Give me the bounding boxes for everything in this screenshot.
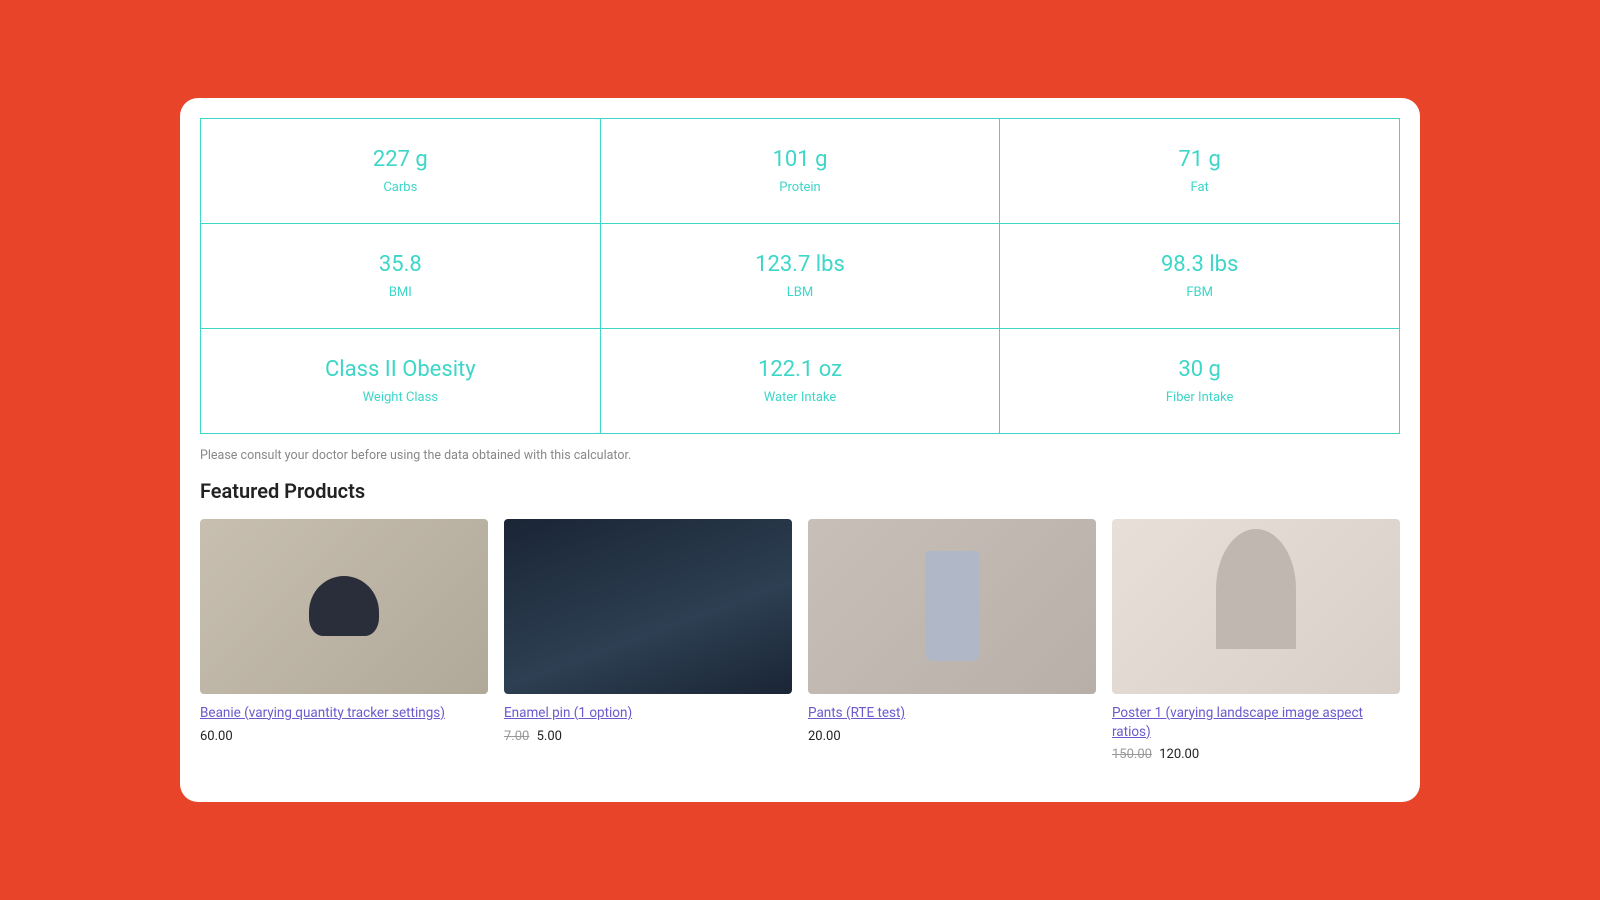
bmi-label: BMI [389,285,412,300]
product-price-poster: 150.00 120.00 [1112,747,1400,762]
metric-carbs: 227 g Carbs [201,119,601,224]
product-price-sale-poster: 120.00 [1159,747,1199,762]
product-price-sale-pin: 5.00 [537,729,562,744]
carbs-label: Carbs [383,180,417,195]
protein-value: 101 g [773,147,828,172]
water-intake-value: 122.1 oz [758,357,842,382]
product-card-pants: Pants (RTE test) 20.00 [808,519,1096,763]
fiber-intake-label: Fiber Intake [1166,390,1234,405]
metric-fbm: 98.3 lbs FBM [1000,224,1400,329]
product-image-pin [504,519,792,694]
product-card-beanie: Beanie (varying quantity tracker setting… [200,519,488,763]
water-intake-label: Water Intake [764,390,837,405]
fbm-value: 98.3 lbs [1161,252,1238,277]
product-image-pants [808,519,1096,694]
product-price-pin: 7.00 5.00 [504,729,792,744]
product-image-poster [1112,519,1400,694]
metric-water-intake: 122.1 oz Water Intake [601,329,1001,434]
metric-fiber-intake: 30 g Fiber Intake [1000,329,1400,434]
fbm-label: FBM [1186,285,1213,300]
fiber-intake-value: 30 g [1178,357,1221,382]
weight-class-label: Weight Class [363,390,438,405]
product-price-amount-pants: 20.00 [808,729,841,744]
metric-lbm: 123.7 lbs LBM [601,224,1001,329]
carbs-value: 227 g [373,147,428,172]
product-price-pants: 20.00 [808,729,1096,744]
main-card: 227 g Carbs 101 g Protein 71 g Fat 35.8 … [180,98,1420,803]
product-image-beanie [200,519,488,694]
product-name-poster[interactable]: Poster 1 (varying landscape image aspect… [1112,704,1400,742]
product-name-beanie[interactable]: Beanie (varying quantity tracker setting… [200,704,488,723]
product-price-beanie: 60.00 [200,729,488,744]
protein-label: Protein [779,180,820,195]
featured-title: Featured Products [200,479,1400,503]
featured-section: Featured Products Beanie (varying quanti… [180,469,1420,773]
products-grid: Beanie (varying quantity tracker setting… [200,519,1400,763]
product-name-pin[interactable]: Enamel pin (1 option) [504,704,792,723]
product-card-pin: Enamel pin (1 option) 7.00 5.00 [504,519,792,763]
product-card-poster: Poster 1 (varying landscape image aspect… [1112,519,1400,763]
metrics-grid: 227 g Carbs 101 g Protein 71 g Fat 35.8 … [200,118,1400,434]
lbm-value: 123.7 lbs [755,252,845,277]
fat-value: 71 g [1178,147,1221,172]
product-price-original-pin: 7.00 [504,729,529,744]
bmi-value: 35.8 [379,252,422,277]
metric-fat: 71 g Fat [1000,119,1400,224]
product-price-original-poster: 150.00 [1112,747,1152,762]
product-price-amount-beanie: 60.00 [200,729,233,744]
disclaimer-text: Please consult your doctor before using … [180,434,1420,469]
product-name-pants[interactable]: Pants (RTE test) [808,704,1096,723]
metric-weight-class: Class II Obesity Weight Class [201,329,601,434]
lbm-label: LBM [787,285,813,300]
metric-protein: 101 g Protein [601,119,1001,224]
weight-class-value: Class II Obesity [325,357,476,382]
metrics-section: 227 g Carbs 101 g Protein 71 g Fat 35.8 … [180,118,1420,434]
metric-bmi: 35.8 BMI [201,224,601,329]
fat-label: Fat [1191,180,1209,195]
